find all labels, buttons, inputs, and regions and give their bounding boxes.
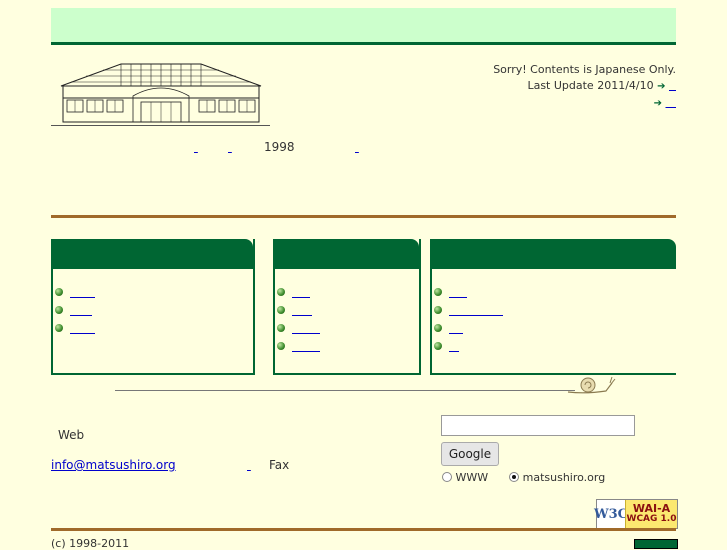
menu-link[interactable] — [449, 305, 503, 316]
list-item[interactable] — [55, 283, 253, 301]
snail-icon — [567, 376, 616, 394]
bullet-icon — [434, 342, 442, 350]
radio-site[interactable] — [509, 472, 520, 482]
bullet-icon — [277, 324, 285, 332]
divider — [51, 125, 270, 126]
list-item[interactable] — [55, 319, 253, 337]
radio-www[interactable] — [442, 472, 452, 482]
snail-divider — [115, 390, 575, 391]
menu-box-header — [432, 239, 676, 269]
menu-box-header — [275, 239, 419, 269]
menu-link[interactable] — [449, 287, 467, 298]
menu-link[interactable] — [70, 305, 92, 316]
menu-link[interactable] — [449, 323, 463, 334]
list-item[interactable] — [277, 301, 419, 319]
google-search-button[interactable]: Google — [441, 442, 499, 466]
search-input[interactable] — [441, 415, 635, 436]
top-banner — [51, 8, 676, 45]
wcag-version-text: WCAG 1.0 — [626, 514, 677, 524]
email-link[interactable]: info@matsushiro.org — [51, 458, 176, 472]
radio-site-label: matsushiro.org — [522, 471, 606, 484]
list-item[interactable] — [434, 301, 676, 319]
menu-link[interactable] — [292, 287, 310, 298]
list-item[interactable] — [277, 283, 419, 301]
header-notice: Sorry! Contents is Japanese Only. Last U… — [493, 62, 676, 112]
menu-link[interactable] — [292, 323, 320, 334]
arrow-link-icon[interactable]: ➔ — [654, 98, 662, 109]
bullet-icon — [55, 306, 63, 314]
search-scope: WWW matsushiro.org — [442, 471, 605, 484]
list-item[interactable] — [434, 283, 676, 301]
bullet-icon — [55, 288, 63, 296]
header-link-2[interactable] — [666, 96, 677, 109]
web-label: Web — [58, 428, 85, 442]
menu-link[interactable] — [70, 287, 95, 298]
arrow-link-icon[interactable]: ➔ — [657, 81, 665, 92]
list-item[interactable] — [434, 319, 676, 337]
last-update-text: Last Update 2011/4/10 — [527, 79, 654, 92]
list-item[interactable] — [277, 337, 419, 355]
list-item[interactable] — [277, 319, 419, 337]
bullet-icon — [277, 306, 285, 314]
bullet-icon — [277, 342, 285, 350]
bullet-icon — [55, 324, 63, 332]
contact-link[interactable] — [247, 458, 259, 472]
radio-www-label: WWW — [455, 471, 489, 484]
japanese-only-notice: Sorry! Contents is Japanese Only. — [493, 63, 676, 76]
list-item[interactable] — [55, 301, 253, 319]
bullet-icon — [277, 288, 285, 296]
wcag-badge[interactable]: W3C WAI-A WCAG 1.0 — [594, 499, 678, 529]
list-item[interactable] — [434, 337, 676, 355]
footer-divider — [51, 528, 676, 531]
menu-link[interactable] — [449, 341, 459, 352]
intro-link-3[interactable] — [355, 140, 406, 154]
header-link-1[interactable] — [669, 79, 676, 92]
menu-link[interactable] — [70, 323, 95, 334]
menu-link[interactable] — [292, 341, 320, 352]
section-divider — [51, 215, 676, 218]
footer-badge[interactable] — [634, 539, 678, 549]
intro-link-1[interactable] — [194, 140, 225, 154]
menu-box-header — [53, 239, 253, 269]
intro-link-2[interactable] — [228, 140, 246, 154]
building-illustration — [60, 63, 262, 123]
wcag-level-text: WAI-A — [632, 502, 671, 515]
w3c-logo: W3C — [594, 500, 628, 528]
copyright: (c) 1998-2011 — [51, 537, 130, 550]
wcag-level: WAI-A WCAG 1.0 — [625, 500, 677, 528]
founded-year: 1998 — [264, 140, 295, 154]
bullet-icon — [434, 306, 442, 314]
menu-box-3 — [430, 239, 676, 375]
menu-link[interactable] — [292, 305, 312, 316]
fax-label: Fax — [269, 458, 290, 472]
menu-box-1 — [51, 239, 255, 375]
bullet-icon — [434, 324, 442, 332]
bullet-icon — [434, 288, 442, 296]
menu-box-2 — [273, 239, 421, 375]
